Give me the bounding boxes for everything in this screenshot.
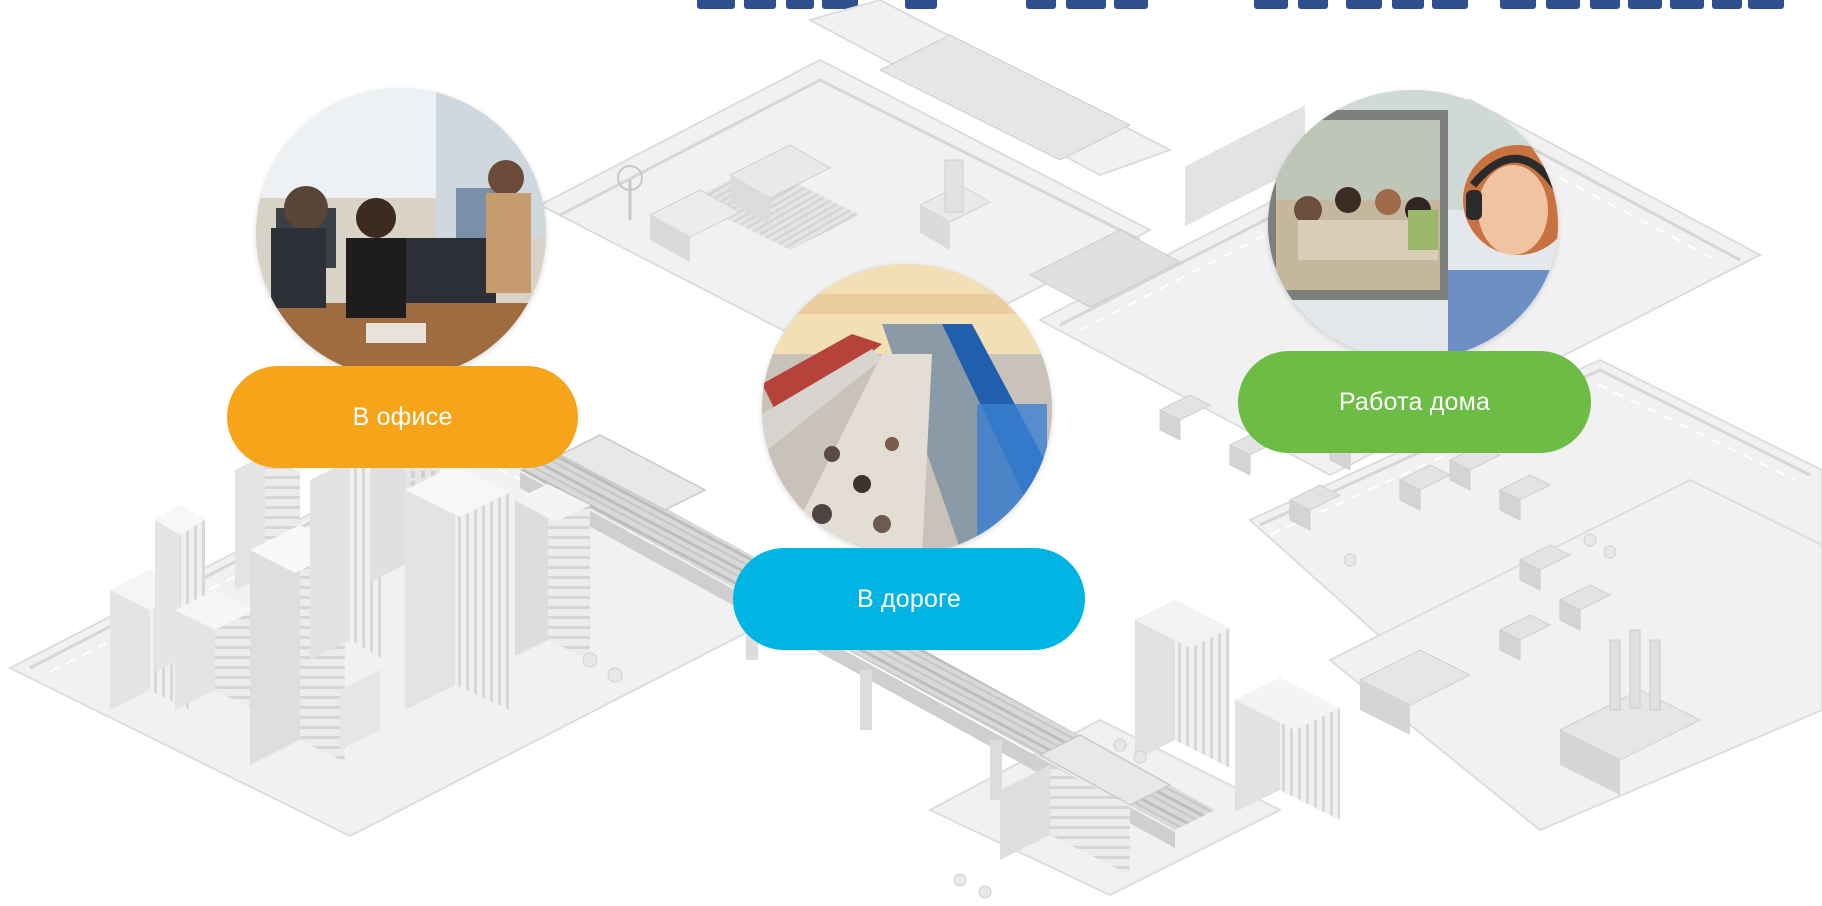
location-office-label: В офисе bbox=[352, 402, 453, 431]
scene: В офисе В дороге Работа дома bbox=[0, 0, 1822, 906]
train-station-photo bbox=[762, 264, 1052, 554]
location-road-label: В дороге bbox=[857, 584, 961, 613]
location-home-button[interactable]: Работа дома bbox=[1238, 351, 1591, 453]
home-worker-photo bbox=[1268, 90, 1558, 360]
office-photo bbox=[256, 88, 546, 378]
location-office-button[interactable]: В офисе bbox=[227, 366, 578, 468]
location-road-button[interactable]: В дороге bbox=[733, 548, 1085, 650]
location-home-label: Работа дома bbox=[1338, 387, 1491, 416]
